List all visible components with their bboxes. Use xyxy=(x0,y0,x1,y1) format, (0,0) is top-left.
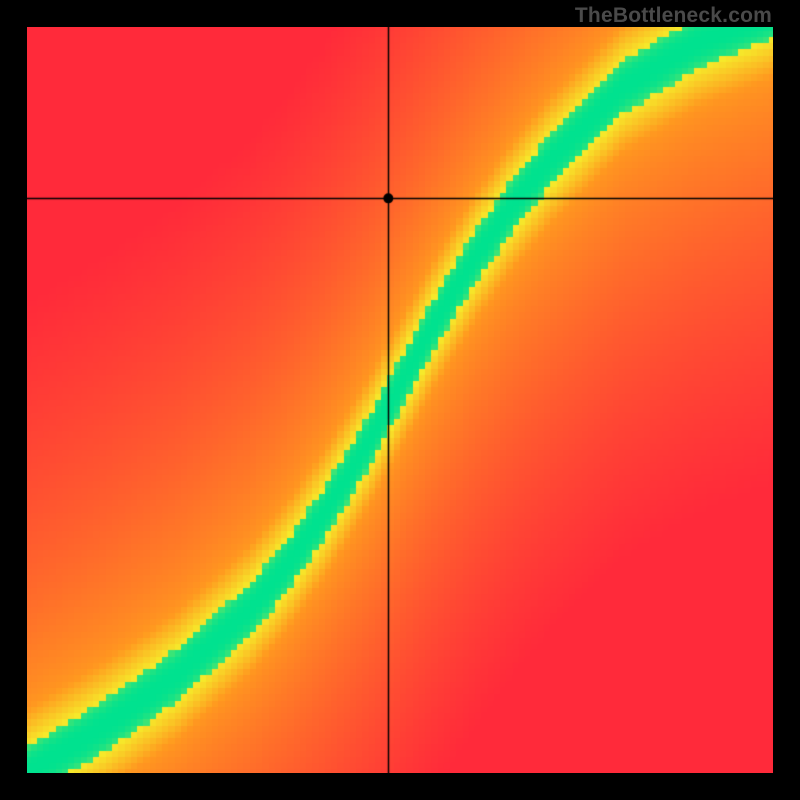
chart-container: TheBottleneck.com xyxy=(0,0,800,800)
bottleneck-heatmap xyxy=(27,27,773,773)
watermark-label: TheBottleneck.com xyxy=(575,4,772,28)
